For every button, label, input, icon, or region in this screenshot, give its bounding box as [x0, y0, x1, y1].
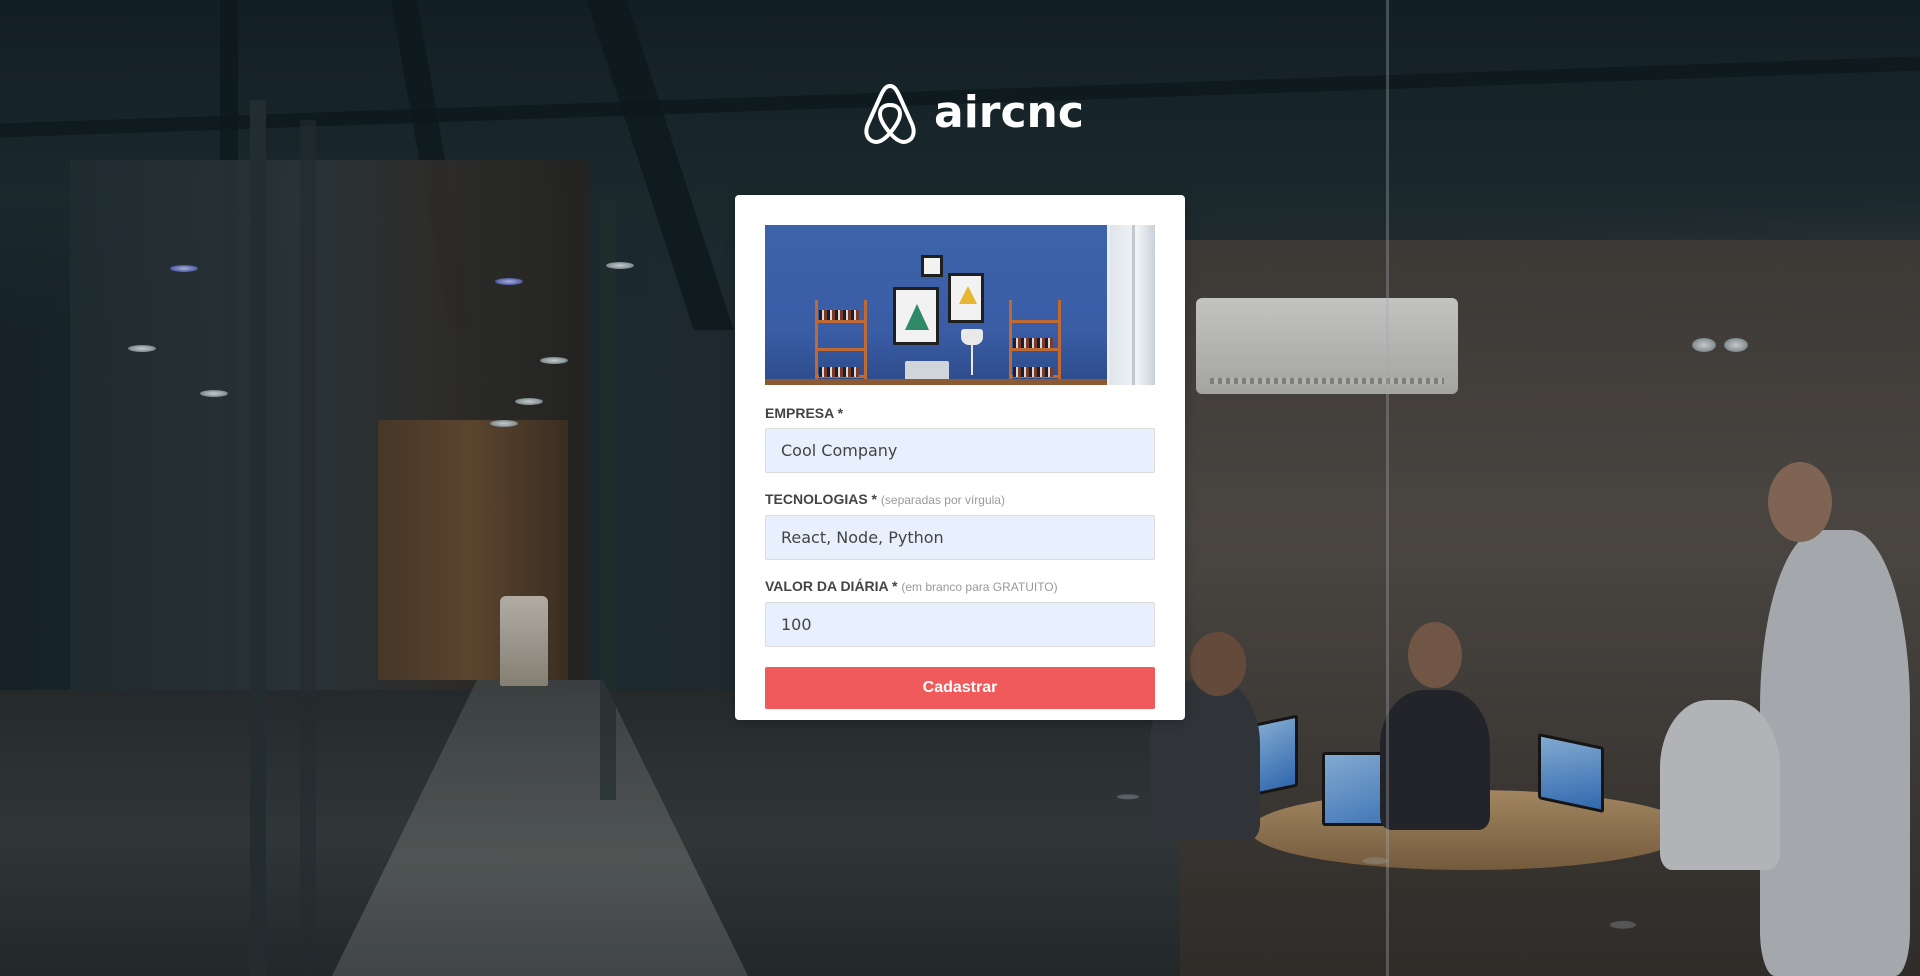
field-tecnologias: TECNOLOGIAS * (separadas por vírgula): [765, 491, 1155, 560]
cadastrar-button[interactable]: Cadastrar: [765, 667, 1155, 709]
brand-name: aircnc: [934, 87, 1084, 138]
valor-diaria-label-text: VALOR DA DIÁRIA *: [765, 578, 898, 594]
tecnologias-input[interactable]: [765, 515, 1155, 560]
app-logo: aircnc: [860, 80, 1084, 146]
valor-diaria-hint: (em branco para GRATUITO): [901, 580, 1058, 594]
empresa-label-text: EMPRESA *: [765, 405, 844, 421]
field-valor-diaria: VALOR DA DIÁRIA * (em branco para GRATUI…: [765, 578, 1155, 647]
tecnologias-hint: (separadas por vírgula): [880, 493, 1005, 507]
valor-diaria-label: VALOR DA DIÁRIA * (em branco para GRATUI…: [765, 578, 1155, 595]
spot-form-card: EMPRESA * TECNOLOGIAS * (separadas por v…: [735, 195, 1185, 720]
empresa-label: EMPRESA *: [765, 405, 1155, 421]
thumbnail-preview[interactable]: [765, 225, 1155, 385]
field-empresa: EMPRESA *: [765, 405, 1155, 473]
tecnologias-label-text: TECNOLOGIAS *: [765, 491, 878, 507]
airbnb-belo-icon: [864, 84, 916, 144]
valor-diaria-input[interactable]: [765, 602, 1155, 647]
tecnologias-label: TECNOLOGIAS * (separadas por vírgula): [765, 491, 1155, 508]
empresa-input[interactable]: [765, 428, 1155, 473]
